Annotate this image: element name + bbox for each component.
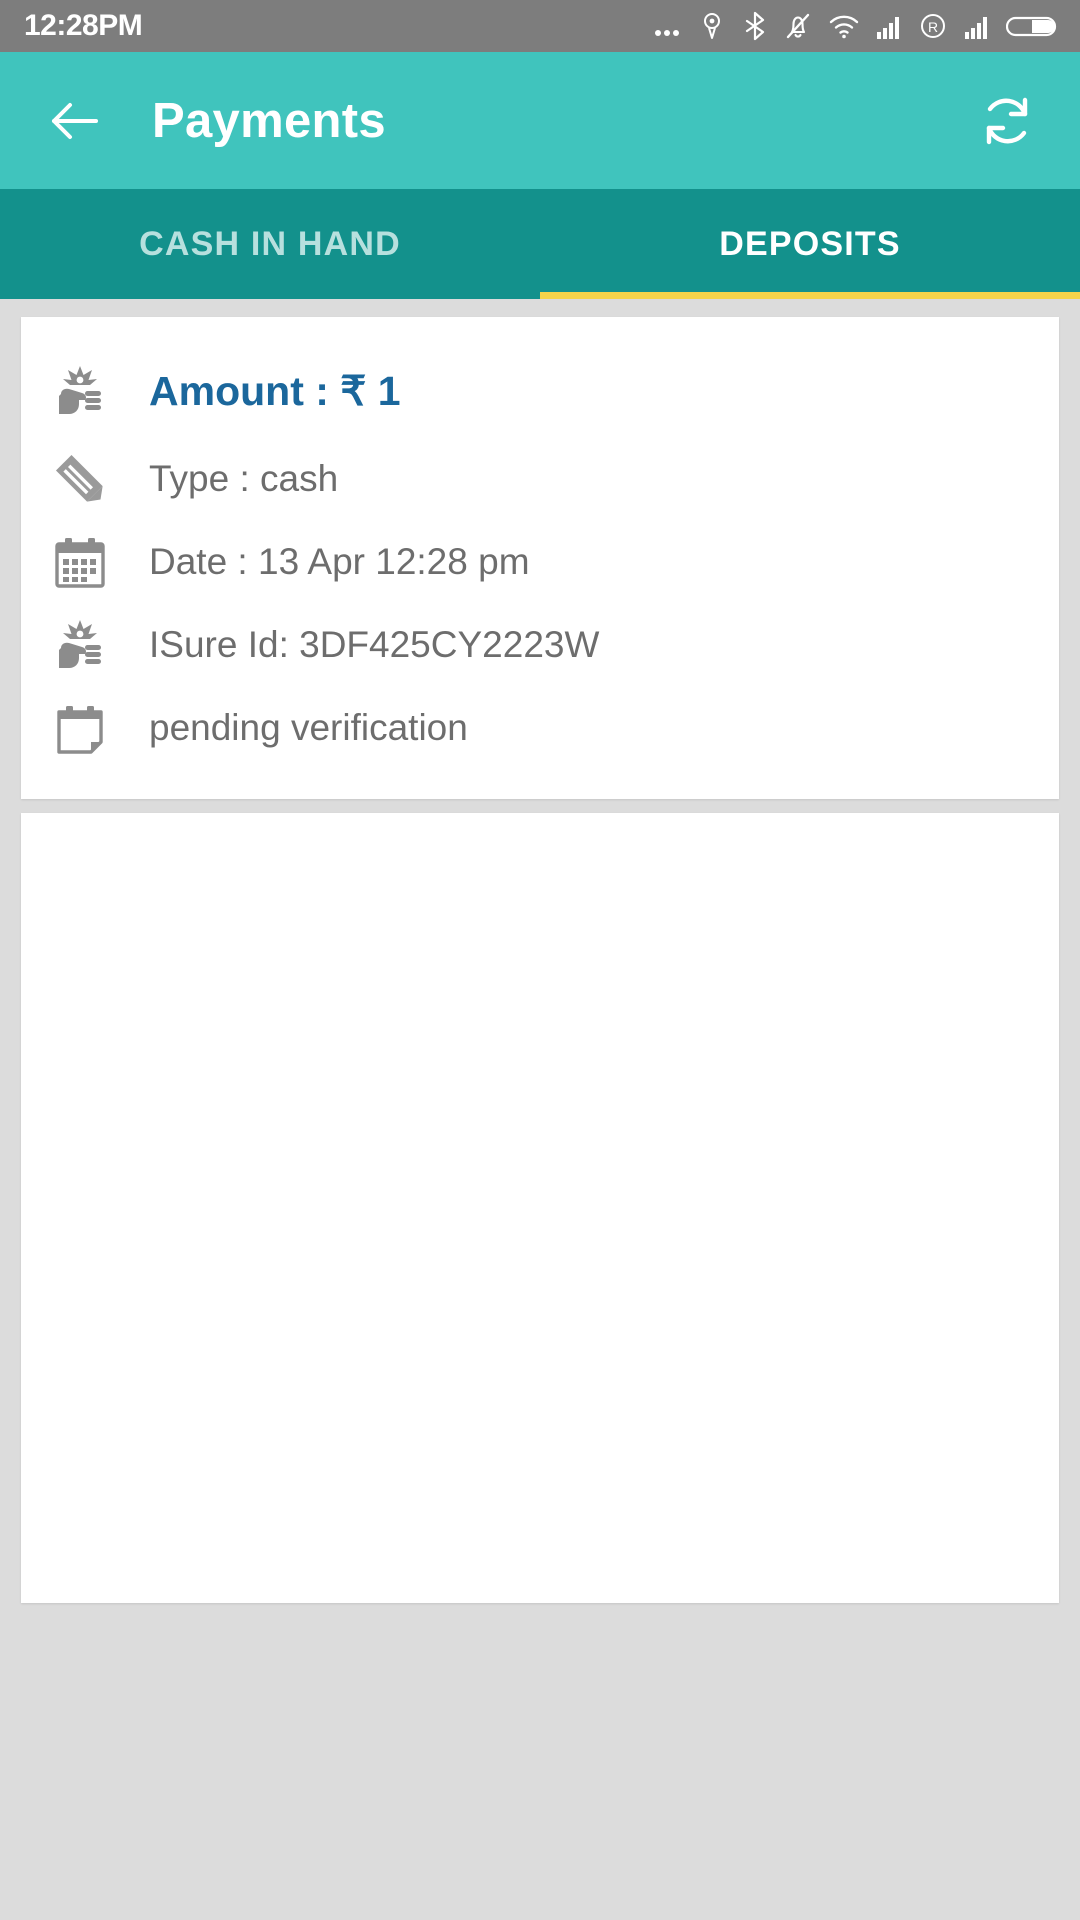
tab-active-indicator <box>540 292 1080 299</box>
cash-in-hand-icon <box>49 614 111 676</box>
back-arrow-icon[interactable] <box>46 92 104 150</box>
refresh-icon[interactable] <box>978 92 1036 150</box>
status-bar-icons: R <box>652 11 1058 41</box>
pencil-icon <box>49 448 111 510</box>
wifi-icon <box>828 11 860 41</box>
page-title: Payments <box>152 93 386 148</box>
deposit-card[interactable]: Amount : ₹ 1 Type : cash Date: 13 Apr 1… <box>21 317 1059 799</box>
deposit-row-isure-id: ISure Id: 3DF425CY2223W <box>21 603 1059 686</box>
empty-card <box>21 813 1059 1603</box>
deposit-row-date: Date : 13 Apr 12:28 pm <box>21 520 1059 603</box>
roaming-icon: R <box>918 11 948 41</box>
tab-bar: CASH IN HAND DEPOSITS <box>0 189 1080 299</box>
deposit-row-amount: Amount : ₹ 1 <box>21 345 1059 437</box>
more-dots-icon <box>652 11 682 41</box>
tab-cash-in-hand[interactable]: CASH IN HAND <box>0 189 540 299</box>
svg-text:R: R <box>928 19 938 35</box>
app-bar: Payments <box>0 52 1080 189</box>
battery-icon <box>1006 11 1058 41</box>
empty-note-icon <box>49 697 111 759</box>
deposit-date-text: Date : 13 Apr 12:28 pm <box>149 540 530 582</box>
calendar-icon <box>49 531 111 593</box>
status-bar-clock: 12:28PM <box>24 9 143 42</box>
tab-cash-in-hand-label: CASH IN HAND <box>139 224 401 263</box>
signal-bars-2-icon <box>963 11 991 41</box>
tab-deposits-label: DEPOSITS <box>719 224 901 263</box>
cast-icon <box>697 11 727 41</box>
tab-deposits[interactable]: DEPOSITS <box>540 189 1080 299</box>
deposit-row-status: pending verification <box>21 686 1059 769</box>
content-area: Amount : ₹ 1 Type : cash Date: 13 Apr 1… <box>0 299 1080 1920</box>
deposit-row-type: Type : cash <box>21 437 1059 520</box>
cash-in-hand-icon <box>49 360 111 422</box>
signal-bars-icon <box>875 11 903 41</box>
deposit-status-text: pending verification <box>149 706 468 748</box>
mute-vibrate-icon <box>783 11 813 41</box>
status-bar: 12:28PM R <box>0 0 1080 52</box>
bluetooth-icon <box>742 11 768 41</box>
deposit-amount-text: Amount : ₹ 1 <box>149 368 401 414</box>
deposit-type-text: Type : cash <box>149 457 339 499</box>
deposit-isure-id-text: ISure Id: 3DF425CY2223W <box>149 623 600 665</box>
